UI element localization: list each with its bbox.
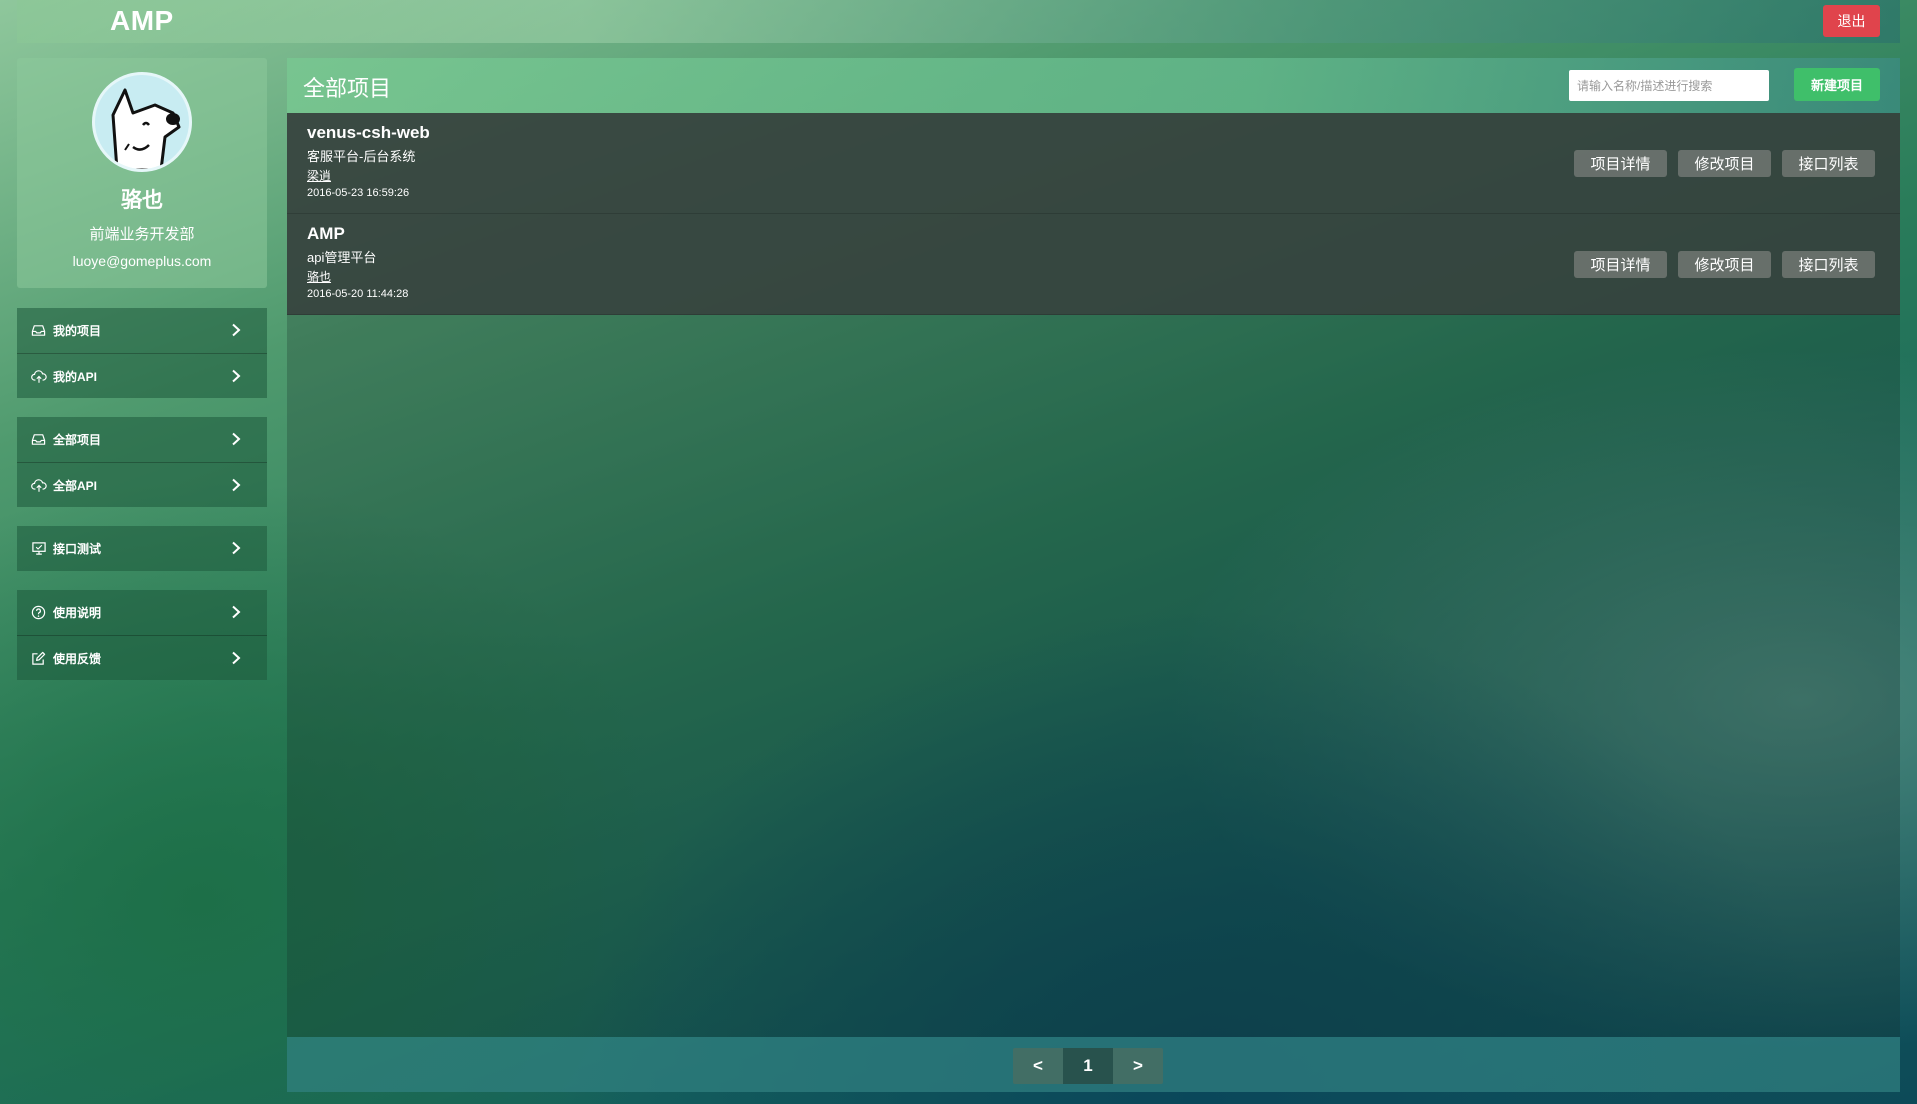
- project-owner-link[interactable]: 骆也: [307, 268, 331, 285]
- api-list-button[interactable]: 接口列表: [1782, 251, 1875, 278]
- chevron-right-icon: [232, 541, 241, 555]
- user-department: 前端业务开发部: [89, 226, 195, 243]
- chevron-right-icon: [232, 651, 241, 665]
- project-description: api管理平台: [307, 250, 377, 265]
- chevron-right-icon: [232, 323, 241, 337]
- current-page[interactable]: 1: [1063, 1048, 1113, 1084]
- page-title: 全部项目: [303, 76, 392, 101]
- sidebar-item-label: 我的项目: [53, 324, 102, 338]
- pagination: < 1 >: [1013, 1048, 1163, 1084]
- api-list-button[interactable]: 接口列表: [1782, 150, 1875, 177]
- menu-group-test: 接口测试: [17, 526, 267, 571]
- app-logo[interactable]: AMP: [110, 5, 174, 37]
- project-details-button[interactable]: 项目详情: [1574, 251, 1667, 278]
- pagination-bar: < 1 >: [287, 1037, 1900, 1092]
- help-circle-icon: [30, 604, 47, 621]
- sidebar-item-my-projects[interactable]: 我的项目: [17, 308, 267, 353]
- sidebar-item-label: 全部项目: [53, 433, 102, 447]
- edit-icon: [30, 650, 47, 667]
- sidebar-item-label: 我的API: [53, 369, 98, 384]
- avatar: [92, 72, 192, 172]
- project-list: venus-csh-web 客服平台-后台系统 梁逍 2016-05-23 16…: [287, 113, 1900, 1037]
- menu-group-mine: 我的项目 我的API: [17, 308, 267, 398]
- project-description: 客服平台-后台系统: [307, 149, 416, 164]
- user-name: 骆也: [121, 189, 163, 212]
- chevron-right-icon: [232, 369, 241, 383]
- monitor-icon: [30, 540, 47, 557]
- new-project-button[interactable]: 新建项目: [1794, 68, 1880, 101]
- project-details-button[interactable]: 项目详情: [1574, 150, 1667, 177]
- dog-avatar-icon: [111, 88, 181, 169]
- main-panel: 全部项目 新建项目 venus-csh-web 客服平台-后台系统 梁逍 201…: [287, 58, 1900, 1093]
- sidebar-item-label: 使用说明: [53, 606, 102, 620]
- sidebar-item-all-api[interactable]: 全部API: [17, 462, 267, 507]
- project-owner-link[interactable]: 梁逍: [307, 167, 331, 184]
- sidebar-item-label: 使用反馈: [53, 651, 102, 666]
- chevron-right-icon: [232, 478, 241, 492]
- inbox-icon: [30, 322, 47, 339]
- chevron-right-icon: [232, 432, 241, 446]
- sidebar-item-all-projects[interactable]: 全部项目: [17, 417, 267, 462]
- menu-group-all: 全部项目 全部API: [17, 417, 267, 507]
- inbox-icon: [30, 431, 47, 448]
- logout-button[interactable]: 退出: [1823, 5, 1880, 37]
- user-email: luoye@gomeplus.com: [72, 253, 212, 269]
- prev-page-button[interactable]: <: [1013, 1048, 1063, 1084]
- table-row: AMP api管理平台 骆也 2016-05-20 11:44:28 项目详情 …: [287, 214, 1900, 315]
- project-name: AMP: [307, 224, 345, 243]
- main-header: 全部项目 新建项目: [287, 58, 1900, 113]
- chevron-right-icon: [232, 605, 241, 619]
- profile-card: 骆也 前端业务开发部 luoye@gomeplus.com: [17, 58, 267, 288]
- edit-project-button[interactable]: 修改项目: [1678, 150, 1771, 177]
- sidebar-item-feedback[interactable]: 使用反馈: [17, 635, 267, 680]
- project-name: venus-csh-web: [307, 123, 430, 142]
- table-row: venus-csh-web 客服平台-后台系统 梁逍 2016-05-23 16…: [287, 113, 1900, 214]
- sidebar-item-api-test[interactable]: 接口测试: [17, 526, 267, 571]
- next-page-button[interactable]: >: [1113, 1048, 1163, 1084]
- project-created-time: 2016-05-20 11:44:28: [307, 288, 409, 300]
- sidebar-item-label: 接口测试: [53, 542, 102, 556]
- menu-group-help: 使用说明 使用反馈: [17, 590, 267, 680]
- project-created-time: 2016-05-23 16:59:26: [307, 187, 410, 199]
- row-actions: 项目详情 修改项目 接口列表: [1574, 251, 1875, 278]
- sidebar-item-my-api[interactable]: 我的API: [17, 353, 267, 398]
- search-input[interactable]: [1569, 70, 1769, 101]
- top-bar: AMP 退出: [17, 0, 1900, 43]
- sidebar-item-usage-guide[interactable]: 使用说明: [17, 590, 267, 635]
- edit-project-button[interactable]: 修改项目: [1678, 251, 1771, 278]
- sidebar-item-label: 全部API: [53, 478, 98, 493]
- cloud-upload-icon: [30, 477, 47, 494]
- cloud-upload-icon: [30, 368, 47, 385]
- row-actions: 项目详情 修改项目 接口列表: [1574, 150, 1875, 177]
